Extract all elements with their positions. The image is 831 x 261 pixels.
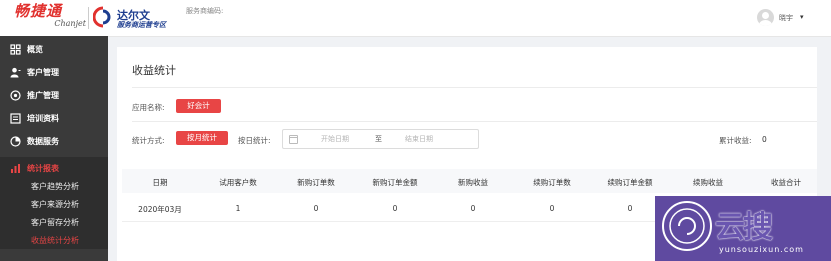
user-name: 晓宇 [779, 14, 793, 22]
sidebar-subitem-customer-source[interactable]: 客户来源分析 [0, 195, 108, 213]
grid-icon [10, 44, 21, 55]
table-header-cell: 新购订单金额 [372, 178, 418, 187]
table-header-cell: 续购收益 [693, 178, 723, 187]
table-cell: 0 [392, 204, 398, 213]
date-range-picker[interactable]: 开始日期 至 结束日期 [282, 129, 479, 149]
sidebar-item-data-services[interactable]: 数据服务 [0, 130, 108, 153]
total-income-value: 0 [762, 135, 767, 144]
sidebar-subitem-label: 客户来源分析 [31, 200, 79, 209]
brand-cn: 畅捷通 [14, 2, 63, 20]
sidebar-item-overview[interactable]: 概览 [0, 38, 108, 61]
sidebar-item-label: 推广管理 [27, 91, 59, 100]
sidebar-subitem-label: 收益统计分析 [31, 236, 79, 245]
sidebar-subitem-customer-retention[interactable]: 客户留存分析 [0, 213, 108, 231]
sidebar: 概览 客户管理 推广管理 培训资料 数据服务 统计报表 客户趋势分析 客户来源分… [0, 36, 108, 261]
app-name-label: 应用名称: [132, 103, 165, 112]
avatar [757, 9, 774, 26]
divider [132, 87, 817, 88]
app-name-tag[interactable]: 好会计 [176, 99, 221, 113]
watermark: 云搜 yunsouzixun.com [655, 196, 831, 261]
table-header-cell: 新购收益 [458, 178, 488, 187]
table-cell: 1 [235, 204, 241, 213]
sidebar-subitem-label: 客户留存分析 [31, 218, 79, 227]
table-cell: 0 [470, 204, 476, 213]
table-header-cell: 日期 [152, 178, 168, 187]
stat-way-label: 统计方式: [132, 136, 165, 145]
table-header-cell: 续购订单金额 [607, 178, 653, 187]
top-header: 畅捷通 Chanjet 达尔文 服务商运营专区 服务商编码: 晓宇 ▾ [0, 0, 831, 37]
chanjet-logo[interactable]: 畅捷通 Chanjet [14, 4, 86, 32]
sidebar-item-label: 概览 [27, 45, 43, 54]
sidebar-subitem-income-stats[interactable]: 收益统计分析 [0, 231, 108, 249]
watermark-logo-icon [662, 201, 712, 251]
sidebar-item-label: 数据服务 [27, 137, 59, 146]
brand-en: Chanjet [54, 19, 86, 28]
sidebar-item-label: 客户管理 [27, 68, 59, 77]
book-icon [10, 113, 21, 124]
table-header-cell: 收益合计 [771, 178, 801, 187]
sidebar-item-label: 培训资料 [27, 114, 59, 123]
divider [132, 121, 817, 122]
sidebar-subitem-label: 客户趋势分析 [31, 182, 79, 191]
bar-chart-icon [11, 164, 20, 173]
table-cell: 2020年03月 [138, 205, 182, 214]
user-menu[interactable]: 晓宇 ▾ [757, 9, 809, 27]
page-title: 收益统计 [132, 64, 176, 77]
table-cell: 0 [313, 204, 319, 213]
table-header-row: 日期 试用客户数 新购订单数 新购订单金额 新购收益 续购订单数 续购订单金额 … [122, 169, 817, 193]
date-range-separator: 至 [375, 135, 382, 143]
sidebar-item-customers[interactable]: 客户管理 [0, 61, 108, 84]
sidebar-item-promotion[interactable]: 推广管理 [0, 84, 108, 107]
calendar-icon [289, 135, 298, 144]
sidebar-item-training[interactable]: 培训资料 [0, 107, 108, 130]
sidebar-subitem-customer-trend[interactable]: 客户趋势分析 [0, 177, 108, 195]
pie-icon [10, 136, 21, 147]
table-header-cell: 试用客户数 [219, 178, 257, 187]
darwin-logo-icon [93, 6, 111, 28]
stat-by-day-label: 按日统计: [238, 136, 271, 145]
chevron-down-icon[interactable]: ▾ [800, 13, 804, 21]
partner-subtitle: 服务商运营专区 [117, 21, 166, 29]
table-header-cell: 续购订单数 [533, 178, 571, 187]
service-code-label: 服务商编码: [186, 7, 224, 15]
table-cell: 0 [549, 204, 555, 213]
target-icon [10, 90, 21, 101]
total-income-label: 累计收益: [719, 136, 752, 145]
date-end-input[interactable]: 结束日期 [405, 134, 433, 144]
date-start-input[interactable]: 开始日期 [321, 134, 349, 144]
stat-by-month-button[interactable]: 按月统计 [176, 131, 228, 145]
table-header-cell: 新购订单数 [297, 178, 335, 187]
sidebar-item-label: 统计报表 [27, 164, 59, 173]
watermark-text: 云搜 [715, 210, 773, 245]
watermark-url: yunsouzixun.com [719, 245, 804, 254]
logo-divider [88, 7, 89, 29]
user-icon [10, 67, 21, 78]
